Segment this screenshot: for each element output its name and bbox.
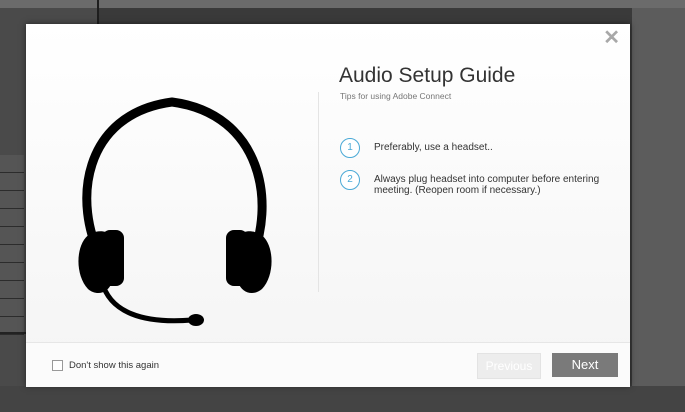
app-right-panel xyxy=(632,8,685,412)
previous-button[interactable]: Previous xyxy=(477,353,541,379)
dialog-subtitle: Tips for using Adobe Connect xyxy=(340,91,452,101)
step-number-badge: 2 xyxy=(340,170,360,190)
dont-show-again-checkbox[interactable] xyxy=(52,360,63,371)
audio-setup-dialog: ✕ Audio Setup Guide Tips for using Adobe… xyxy=(26,24,630,387)
dont-show-again-option[interactable]: Don't show this again xyxy=(52,360,159,371)
app-bottom-bar xyxy=(0,386,685,412)
step-text: Always plug headset into computer before… xyxy=(374,174,600,196)
step-text: Preferably, use a headset.. xyxy=(374,142,493,153)
close-icon[interactable]: ✕ xyxy=(603,28,620,48)
app-top-bar xyxy=(0,0,685,8)
headset-icon xyxy=(78,97,272,326)
dont-show-again-label[interactable]: Don't show this again xyxy=(69,360,159,371)
tip-step-1: 1 Preferably, use a headset.. xyxy=(340,138,614,158)
next-button[interactable]: Next xyxy=(552,353,618,377)
app-left-panel-rows xyxy=(0,155,24,335)
tip-step-2: 2 Always plug headset into computer befo… xyxy=(340,170,614,196)
step-number-badge: 1 xyxy=(340,138,360,158)
dialog-title: Audio Setup Guide xyxy=(339,64,516,87)
content-divider xyxy=(318,92,319,292)
dialog-footer: Don't show this again Previous Next xyxy=(26,342,630,387)
